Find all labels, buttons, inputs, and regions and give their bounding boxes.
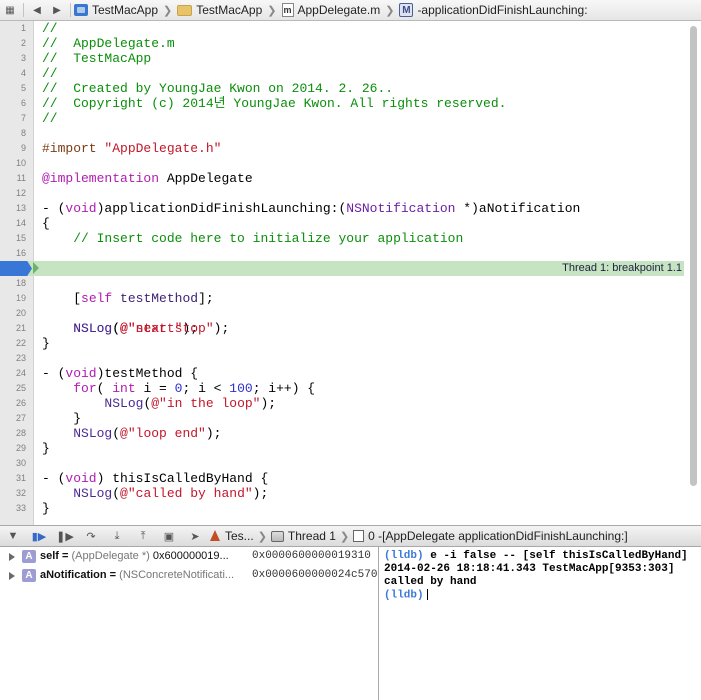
stack-frame-icon bbox=[353, 530, 365, 542]
variable-row[interactable]: A aNotification = (NSConcreteNotificati.… bbox=[0, 566, 378, 585]
breakpoint-marker[interactable] bbox=[0, 261, 32, 276]
variables-view[interactable]: A self = (AppDelegate *) 0x600000019... … bbox=[0, 547, 378, 700]
crumb-file[interactable]: m AppDelegate.m ❯ bbox=[281, 3, 400, 17]
code-area[interactable]: 1// 2// AppDelegate.m 3// TestMacApp 4//… bbox=[0, 21, 684, 516]
view-debugging-icon[interactable]: ▣ bbox=[156, 526, 182, 546]
debug-crumb-frame[interactable]: 0 -[AppDelegate applicationDidFinishLaun… bbox=[353, 529, 628, 543]
folder-icon bbox=[177, 4, 193, 16]
code-line: 32 NSLog(@"called by hand"); bbox=[15, 486, 269, 501]
chevron-right-icon: ❯ bbox=[267, 4, 277, 17]
location-icon[interactable]: ➤ bbox=[182, 526, 208, 546]
code-line: 23 bbox=[15, 353, 26, 363]
forward-icon[interactable]: ▶ bbox=[47, 0, 67, 21]
debug-console[interactable]: (lldb) e -i false -- [self thisIsCalledB… bbox=[379, 547, 701, 700]
crumb-method[interactable]: M -applicationDidFinishLaunching: bbox=[399, 3, 588, 17]
code-line: 30 bbox=[15, 458, 26, 468]
code-line: 13- (void)applicationDidFinishLaunching:… bbox=[15, 201, 581, 216]
code-line: 25 for( int i = 0; i < 100; i++) { bbox=[15, 381, 316, 396]
chevron-right-icon: ❯ bbox=[163, 4, 173, 17]
disclosure-triangle-icon[interactable] bbox=[9, 572, 15, 580]
debug-crumb-target[interactable]: Tes... ❯ bbox=[208, 529, 271, 543]
variable-row[interactable]: A self = (AppDelegate *) 0x600000019... … bbox=[0, 547, 378, 566]
code-line: 12 bbox=[15, 188, 26, 198]
code-line: 31- (void) thisIsCalledByHand { bbox=[15, 471, 269, 486]
step-out-icon[interactable]: ⤒ bbox=[130, 526, 156, 546]
code-line: 15 // Insert code here to initialize you… bbox=[15, 231, 464, 246]
code-line: 11 @implementation AppDelegate bbox=[16, 171, 253, 186]
code-line: 22} bbox=[15, 336, 50, 351]
code-line: 28 NSLog(@"loop end"); bbox=[15, 426, 222, 441]
crumb-group[interactable]: TestMacApp ❯ bbox=[177, 3, 281, 17]
step-into-icon[interactable]: ⤓ bbox=[104, 526, 130, 546]
continue-icon[interactable]: ❚▶ bbox=[52, 526, 78, 546]
code-line: 1// bbox=[20, 21, 58, 36]
variable-type-icon: A bbox=[22, 550, 36, 563]
disclosure-triangle-icon[interactable] bbox=[9, 553, 15, 561]
code-line: 8 bbox=[20, 128, 26, 138]
code-line: 27 } bbox=[15, 411, 82, 426]
objc-file-icon: m bbox=[281, 3, 294, 17]
editor-scrollbar[interactable] bbox=[690, 26, 697, 486]
jump-bar: ▦ ◀ ▶ TestMacApp ❯ TestMacApp ❯ m AppDel… bbox=[0, 0, 701, 21]
code-line: 5// Created by YoungJae Kwon on 2014. 2.… bbox=[20, 81, 394, 96]
back-icon[interactable]: ◀ bbox=[27, 0, 47, 21]
crumb-project[interactable]: TestMacApp ❯ bbox=[74, 3, 177, 17]
breakpoints-toggle-icon[interactable]: ▮▶ bbox=[26, 526, 52, 546]
source-editor[interactable]: 1// 2// AppDelegate.m 3// TestMacApp 4//… bbox=[0, 21, 701, 525]
debug-bar: ▼ ▮▶ ❚▶ ↷ ⤓ ⤒ ▣ ➤ Tes... ❯ Thread 1 ❯ 0 … bbox=[0, 525, 701, 547]
code-line: 3// TestMacApp bbox=[20, 51, 152, 66]
chevron-right-icon: ❯ bbox=[257, 530, 267, 543]
variable-type-icon: A bbox=[22, 569, 36, 582]
code-line: 14{ bbox=[15, 216, 50, 231]
thread-icon bbox=[270, 530, 284, 542]
code-line: 10 bbox=[15, 158, 26, 168]
code-line: 2// AppDelegate.m bbox=[20, 36, 175, 51]
step-over-icon[interactable]: ↷ bbox=[78, 526, 104, 546]
code-line: 19 [self testMethod]; bbox=[15, 291, 214, 306]
code-line: 7// bbox=[20, 111, 58, 126]
app-icon bbox=[208, 530, 222, 542]
project-icon bbox=[74, 4, 88, 16]
code-line: 29} bbox=[15, 441, 50, 456]
debug-crumb-thread[interactable]: Thread 1 ❯ bbox=[270, 529, 353, 543]
code-line: 26 NSLog(@"in the loop"); bbox=[15, 396, 277, 411]
code-line: 4// bbox=[20, 66, 58, 81]
code-line: 9 #import "AppDelegate.h" bbox=[20, 141, 222, 156]
code-line: 24- (void)testMethod { bbox=[15, 366, 199, 381]
program-counter-icon[interactable] bbox=[33, 262, 39, 274]
hide-debug-area-icon[interactable]: ▼ bbox=[0, 526, 26, 546]
code-line: 18 bbox=[15, 278, 26, 288]
related-items-icon[interactable]: ▦ bbox=[0, 0, 20, 21]
code-line: 21 NSLog(@"next stop"); bbox=[15, 321, 230, 336]
chevron-right-icon: ❯ bbox=[339, 530, 350, 543]
thread-annotation: Thread 1: breakpoint 1.1 bbox=[562, 261, 682, 276]
code-line: 33} bbox=[15, 501, 50, 516]
code-line: 16 bbox=[15, 248, 26, 258]
code-line: 6// Copyright (c) 2014년 YoungJae Kwon. A… bbox=[20, 96, 507, 111]
method-icon: M bbox=[399, 3, 414, 17]
chevron-right-icon: ❯ bbox=[385, 4, 395, 17]
current-line: 17 NSLog(@"start"); Thread 1: breakpoint… bbox=[0, 261, 684, 336]
text-cursor bbox=[426, 589, 428, 600]
code-line: 20 bbox=[15, 308, 26, 318]
